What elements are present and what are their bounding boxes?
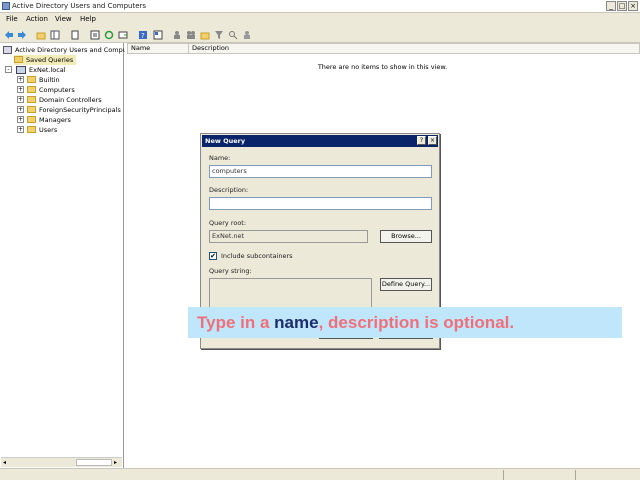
new-user-icon[interactable] [172, 30, 182, 40]
name-label: Name: [209, 154, 231, 162]
properties-icon[interactable] [90, 30, 100, 40]
description-label: Description: [209, 186, 249, 194]
dialog-close-button[interactable]: × [428, 136, 437, 145]
empty-list-message: There are no items to show in this view. [317, 63, 448, 71]
folder-icon [27, 96, 36, 103]
tree-item-label: Users [39, 126, 58, 134]
tree-item-label: Builtin [39, 76, 60, 84]
expand-icon[interactable]: + [17, 96, 24, 103]
status-bar [0, 468, 640, 480]
description-input[interactable] [209, 197, 432, 210]
query-string-label: Query string: [209, 267, 252, 275]
name-input[interactable]: computers [209, 165, 432, 178]
expand-icon[interactable]: + [17, 106, 24, 113]
expand-icon[interactable]: + [17, 86, 24, 93]
column-header-name[interactable]: Name [127, 43, 189, 54]
scroll-right-icon[interactable]: ▸ [114, 459, 117, 466]
query-root-field: ExNet.net [209, 230, 368, 243]
define-query-button[interactable]: Define Query... [380, 278, 432, 291]
help-icon[interactable]: ? [138, 30, 148, 40]
status-divider [503, 470, 504, 480]
tree-item-label: ForeignSecurityPrincipals [39, 106, 121, 114]
maximize-button[interactable]: □ [617, 1, 627, 11]
folder-icon [27, 126, 36, 133]
scroll-left-icon[interactable]: ◂ [3, 459, 6, 466]
window-title: Active Directory Users and Computers [12, 2, 147, 10]
scrollbar-thumb[interactable] [76, 459, 112, 466]
tree-root-label: Active Directory Users and Comput... [15, 46, 136, 54]
find-icon[interactable] [228, 30, 238, 40]
include-subcontainers-checkbox[interactable]: ✔ [209, 252, 217, 260]
title-bar: Active Directory Users and Computers _ □… [0, 0, 640, 13]
folder-icon [27, 116, 36, 123]
svg-text:?: ? [141, 32, 145, 40]
folder-icon [27, 106, 36, 113]
add-to-group-icon[interactable] [242, 30, 252, 40]
console-tree: Active Directory Users and Comput... Sav… [0, 43, 136, 468]
caption-highlight: name [274, 313, 319, 332]
tree-item-saved-queries[interactable]: Saved Queries [14, 55, 76, 65]
tree-horizontal-scrollbar[interactable]: ◂ ▸ [1, 457, 122, 467]
folder-icon [14, 56, 23, 63]
refresh-icon[interactable] [104, 30, 114, 40]
tree-item-label: Managers [39, 116, 71, 124]
tree-item-label: Computers [39, 86, 75, 94]
dialog-title: New Query [202, 135, 438, 147]
up-folder-icon[interactable] [36, 30, 46, 40]
tree-item-label: ExNet.local [29, 66, 66, 74]
new-ou-icon[interactable] [200, 30, 210, 40]
forward-arrow-icon[interactable] [17, 30, 27, 40]
status-divider [575, 470, 576, 480]
minimize-button[interactable]: _ [606, 1, 616, 11]
close-button[interactable]: × [628, 1, 638, 11]
query-string-field [209, 278, 372, 310]
view-icon[interactable] [153, 30, 163, 40]
new-group-icon[interactable] [186, 30, 196, 40]
expand-icon[interactable]: + [17, 76, 24, 83]
export-list-icon[interactable] [118, 30, 128, 40]
folder-icon [27, 86, 36, 93]
query-root-label: Query root: [209, 219, 247, 227]
menu-file[interactable]: File [6, 15, 18, 23]
tree-item-label: Saved Queries [26, 56, 74, 64]
toolbar: ? [0, 27, 640, 43]
app-icon [2, 2, 10, 10]
menu-bar: File Action View Help [0, 13, 640, 27]
copy-icon[interactable] [70, 30, 80, 40]
menu-view[interactable]: View [55, 15, 72, 23]
folder-icon [27, 76, 36, 83]
include-subcontainers-label: Include subcontainers [221, 252, 293, 260]
caption-text: , description is optional. [318, 313, 515, 332]
dialog-help-button[interactable]: ? [417, 136, 426, 145]
tree-item-label: Domain Controllers [39, 96, 102, 104]
column-header-description[interactable]: Description [188, 43, 640, 54]
expand-icon[interactable]: + [17, 116, 24, 123]
instruction-caption: Type in a name, description is optional. [188, 307, 622, 338]
menu-help[interactable]: Help [80, 15, 96, 23]
domain-icon [16, 66, 26, 74]
show-tree-icon[interactable] [50, 30, 60, 40]
back-arrow-icon[interactable] [4, 30, 14, 40]
caption-text: Type in a [197, 313, 275, 332]
menu-action[interactable]: Action [26, 15, 48, 23]
console-icon [3, 46, 12, 54]
expand-icon[interactable]: + [17, 126, 24, 133]
browse-button[interactable]: Browse... [380, 230, 432, 243]
collapse-icon[interactable]: - [5, 66, 12, 73]
filter-icon[interactable] [214, 30, 224, 40]
